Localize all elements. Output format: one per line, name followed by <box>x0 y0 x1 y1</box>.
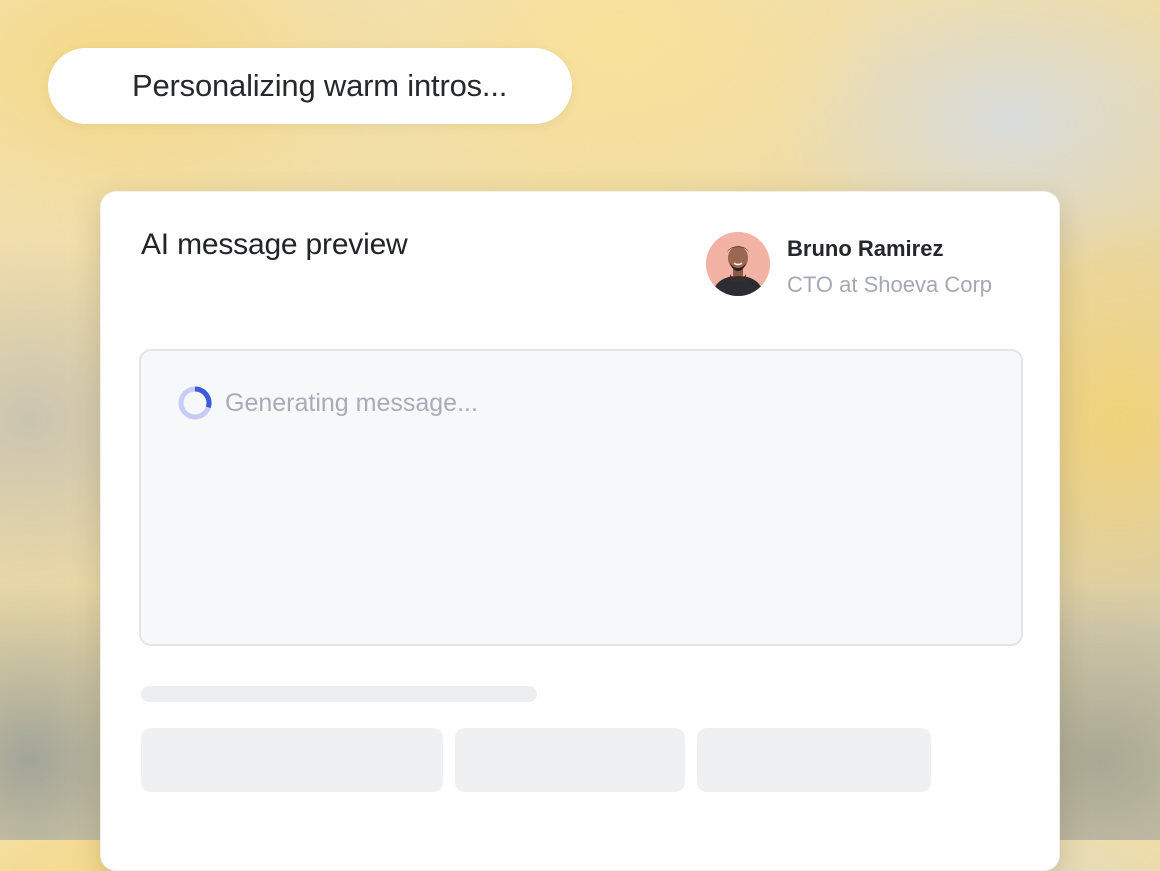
recipient-role: CTO at Shoeva Corp <box>787 272 993 297</box>
message-preview-card: AI message preview Bruno Ramirez CTO at … <box>100 191 1060 871</box>
recipient-name: Bruno Ramirez <box>787 236 944 261</box>
skeleton-button-placeholder <box>141 728 443 792</box>
skeleton-button-placeholder <box>455 728 685 792</box>
spinner-icon <box>178 386 212 420</box>
skeleton-button-placeholder <box>697 728 931 792</box>
skeleton-line <box>141 686 537 702</box>
avatar <box>706 232 770 296</box>
person-avatar-icon <box>706 232 770 296</box>
status-pill: Personalizing warm intros... <box>48 48 572 124</box>
recipient-info: Bruno Ramirez CTO at Shoeva Corp <box>706 232 992 300</box>
generating-message-text: Generating message... <box>225 389 478 417</box>
card-title: AI message preview <box>141 228 408 261</box>
message-box[interactable]: Generating message... <box>139 349 1023 646</box>
status-text: Personalizing warm intros... <box>132 68 508 103</box>
